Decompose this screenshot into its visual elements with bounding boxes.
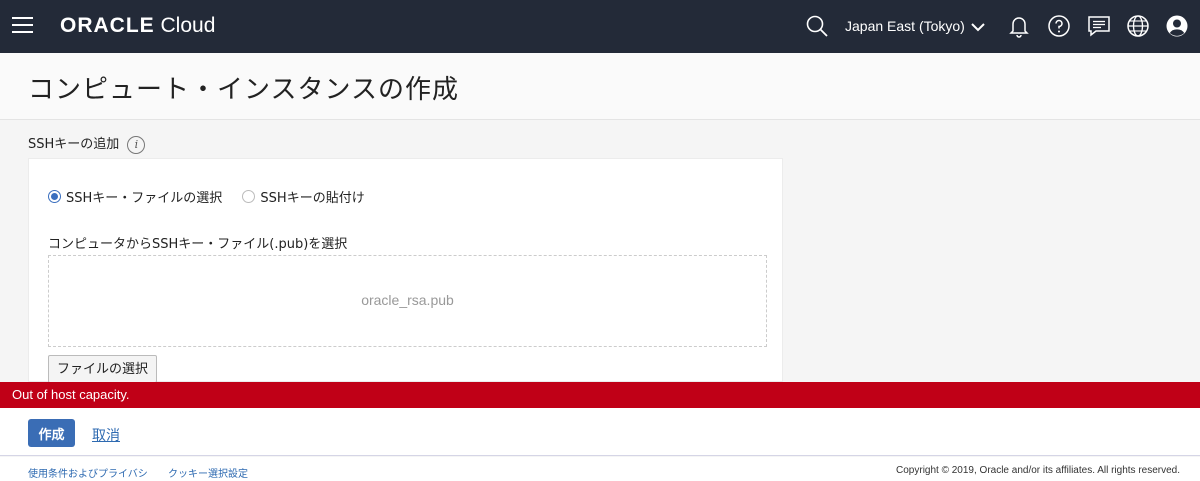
error-banner: Out of host capacity. [0,382,1200,408]
user-profile-icon[interactable] [1164,13,1190,39]
top-navigation-bar: ORACLE Cloud Japan East (Tokyo) [0,0,1200,53]
logo-product: Cloud [160,14,216,37]
oracle-cloud-logo[interactable]: ORACLE Cloud [60,14,215,38]
radio-choose-ssh-file[interactable]: SSHキー・ファイルの選択 [48,187,222,206]
globe-language-icon[interactable] [1125,13,1151,39]
radio-indicator-selected[interactable] [48,190,61,203]
radio-indicator[interactable] [242,190,256,203]
page-title: コンピュート・インスタンスの作成 [28,75,459,105]
chevron-down-icon [971,23,985,32]
ssh-section-label: SSHキーの追加 [28,137,120,152]
logo-brand: ORACLE [60,14,155,37]
cancel-link[interactable]: 取消 [92,425,120,445]
region-selector[interactable]: Japan East (Tokyo) [845,18,985,34]
copyright-text: Copyright © 2019, Oracle and/or its affi… [896,465,1180,476]
notifications-bell-icon[interactable] [1006,13,1032,39]
ssh-key-panel: SSHキー・ファイルの選択 SSHキーの貼付け コンピュータからSSHキー・ファ… [28,158,783,383]
choose-file-button[interactable]: ファイルの選択 [48,355,158,383]
info-icon[interactable]: i [127,135,146,154]
ssh-section-heading: SSHキーの追加 i [28,133,146,154]
region-label: Japan East (Tokyo) [845,18,965,34]
page-header: コンピュート・インスタンスの作成 [0,53,1200,120]
selected-file-name: oracle_rsa.pub [361,292,454,308]
file-select-label: コンピュータからSSHキー・ファイル(.pub)を選択 [48,237,348,252]
radio-label: SSHキーの貼付け [260,191,365,206]
terms-privacy-link[interactable]: 使用条件およびプライバシ [28,465,148,480]
radio-paste-ssh-key[interactable]: SSHキーの貼付け [242,187,365,206]
help-icon[interactable] [1046,13,1072,39]
page-footer: 使用条件およびプライバシ クッキー選択設定 Copyright © 2019, … [0,457,1200,481]
main-content: コンピュート・インスタンスの作成 SSHキーの追加 i SSHキー・ファイルの選… [0,53,1200,383]
cookie-preferences-link[interactable]: クッキー選択設定 [168,465,248,480]
feedback-chat-icon[interactable] [1086,13,1112,39]
radio-label: SSHキー・ファイルの選択 [66,191,223,206]
form-actions: 作成 取消 [0,408,1200,456]
file-drop-zone[interactable]: oracle_rsa.pub [48,255,767,347]
search-icon[interactable] [804,13,830,39]
ssh-option-group: SSHキー・ファイルの選択 SSHキーの貼付け [48,187,381,207]
create-button[interactable]: 作成 [28,419,75,447]
menu-icon[interactable] [12,17,33,34]
